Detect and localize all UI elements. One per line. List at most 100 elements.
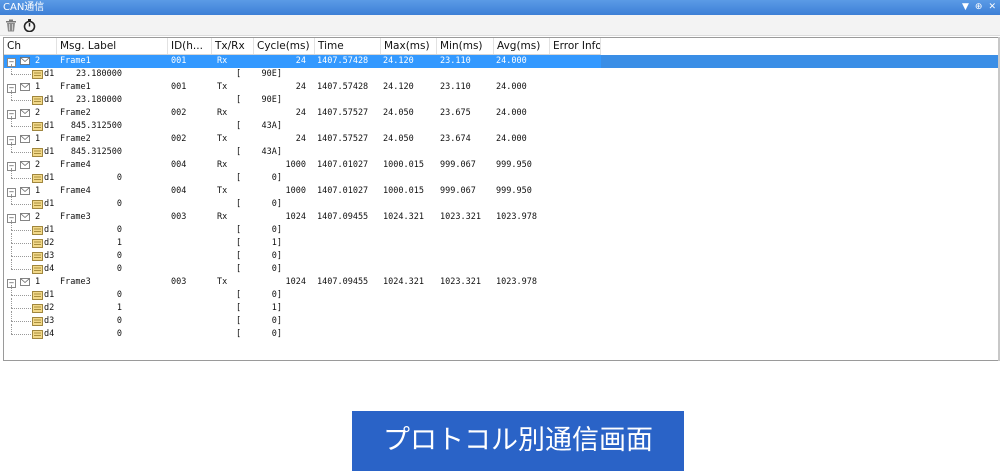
signal-data-icon [32, 226, 43, 235]
message-envelope-icon [20, 278, 30, 286]
avg-cell: 1023.978 [496, 212, 537, 222]
signal-row[interactable]: d4 0 [ 0] [4, 324, 999, 341]
col-cycle-header[interactable]: Cycle(ms) [254, 38, 315, 54]
signal-raw-cell: [ 0] [235, 173, 282, 183]
signal-row[interactable]: d3 0 [ 0] [4, 311, 999, 328]
signal-raw-cell: [ 0] [235, 316, 282, 326]
message-row[interactable]: −1 Frame1 001 Tx 24 1407.57428 24.120 23.110 24.… [4, 81, 999, 94]
signal-name-cell: d1 [44, 69, 55, 79]
tree-connector [11, 168, 12, 178]
signal-row[interactable]: d1 23.180000 [ 90E] [4, 90, 999, 107]
signal-row[interactable]: d1 845.312500 [ 43A] [4, 116, 999, 133]
stopwatch-icon[interactable] [21, 17, 37, 33]
tree-connector [11, 152, 31, 153]
id-cell: 004 [171, 160, 187, 170]
signal-name-cell: d4 [44, 264, 55, 274]
time-cell: 1407.57527 [317, 134, 369, 144]
tree-connector [11, 243, 31, 244]
avg-cell: 24.000 [496, 56, 527, 66]
time-cell: 1407.09455 [317, 277, 369, 287]
msg-label-cell: Frame4 [60, 186, 91, 196]
time-cell: 1407.01027 [317, 186, 369, 196]
signal-name-cell: d1 [44, 173, 55, 183]
signal-row[interactable]: d3 0 [ 0] [4, 246, 999, 263]
signal-row[interactable]: d1 0 [ 0] [4, 220, 999, 237]
message-row[interactable]: −2 Frame1 001 Rx 24 1407.57428 24.120 23.110 24.… [4, 55, 999, 68]
signal-value-cell: 845.312500 [70, 121, 122, 131]
signal-data-icon [32, 265, 43, 274]
col-error-info-header[interactable]: Error Info [550, 38, 601, 54]
ch-cell: 1 [35, 186, 41, 196]
signal-row[interactable]: d4 0 [ 0] [4, 259, 999, 276]
signal-data-icon [32, 252, 43, 261]
dropdown-icon[interactable]: ▼ [962, 0, 969, 15]
close-icon[interactable]: ✕ [988, 0, 996, 15]
signal-row[interactable]: d1 0 [ 0] [4, 194, 999, 211]
signal-row[interactable]: d2 1 [ 1] [4, 298, 999, 315]
ch-cell: 2 [35, 212, 41, 222]
cycle-cell: 24 [295, 134, 306, 144]
cycle-cell: 1000 [285, 160, 306, 170]
tree-connector [11, 324, 12, 334]
pin-icon[interactable]: ⊕ [975, 0, 983, 15]
col-ch-header[interactable]: Ch [4, 38, 57, 54]
message-grid[interactable]: Ch Msg. Label ID(h... Tx/Rx Cycle(ms) Time Max… [3, 37, 1000, 361]
signal-data-icon [32, 304, 43, 313]
signal-value-cell: 0 [116, 199, 122, 209]
message-row[interactable]: −1 Frame3 003 Tx 1024 1407.09455 1024.321 1023.… [4, 276, 999, 289]
signal-raw-cell: [ 0] [235, 199, 282, 209]
tree-connector [11, 204, 31, 205]
time-cell: 1407.57527 [317, 108, 369, 118]
signal-value-cell: 0 [116, 225, 122, 235]
signal-data-icon [32, 317, 43, 326]
signal-name-cell: d1 [44, 199, 55, 209]
txrx-cell: Rx [217, 56, 228, 66]
txrx-cell: Rx [217, 108, 228, 118]
col-txrx-header[interactable]: Tx/Rx [212, 38, 254, 54]
col-msg-label-header[interactable]: Msg. Label [57, 38, 168, 54]
col-min-header[interactable]: Min(ms) [437, 38, 494, 54]
id-cell: 001 [171, 56, 187, 66]
id-cell: 003 [171, 277, 187, 287]
message-row[interactable]: −2 Frame3 003 Rx 1024 1407.09455 1024.321 1023.… [4, 211, 999, 224]
msg-label-cell: Frame4 [60, 160, 91, 170]
txrx-cell: Tx [217, 82, 228, 92]
signal-row[interactable]: d2 1 [ 1] [4, 233, 999, 250]
col-max-header[interactable]: Max(ms) [381, 38, 437, 54]
signal-row[interactable]: d1 0 [ 0] [4, 168, 999, 185]
signal-name-cell: d1 [44, 290, 55, 300]
col-id-header[interactable]: ID(h... [168, 38, 212, 54]
signal-row[interactable]: d1 845.312500 [ 43A] [4, 142, 999, 159]
cycle-cell: 1000 [285, 186, 306, 196]
signal-data-icon [32, 200, 43, 209]
signal-name-cell: d3 [44, 251, 55, 261]
ch-cell: 1 [35, 134, 41, 144]
message-envelope-icon [20, 135, 30, 143]
msg-label-cell: Frame1 [60, 82, 91, 92]
signal-row[interactable]: d1 23.180000 [ 90E] [4, 64, 999, 81]
col-time-header[interactable]: Time [315, 38, 381, 54]
cycle-cell: 24 [295, 108, 306, 118]
message-envelope-icon [20, 109, 30, 117]
signal-raw-cell: [ 0] [235, 290, 282, 300]
cycle-cell: 24 [295, 56, 306, 66]
grid-header: Ch Msg. Label ID(h... Tx/Rx Cycle(ms) Time Max… [4, 38, 601, 55]
signal-name-cell: d2 [44, 238, 55, 248]
signal-raw-cell: [ 1] [235, 303, 282, 313]
tree-connector [11, 100, 31, 101]
message-row[interactable]: −1 Frame2 002 Tx 24 1407.57527 24.050 23.674 24.… [4, 133, 999, 146]
signal-row[interactable]: d1 0 [ 0] [4, 285, 999, 302]
msg-label-cell: Frame3 [60, 277, 91, 287]
message-row[interactable]: −2 Frame2 002 Rx 24 1407.57527 24.050 23.675 24.… [4, 107, 999, 120]
message-row[interactable]: −1 Frame4 004 Tx 1000 1407.01027 1000.015 999.0… [4, 185, 999, 198]
tree-connector [11, 334, 31, 335]
trash-icon[interactable] [3, 17, 19, 33]
signal-name-cell: d1 [44, 121, 55, 131]
message-row[interactable]: −2 Frame4 004 Rx 1000 1407.01027 1000.015 999.0… [4, 159, 999, 172]
time-cell: 1407.01027 [317, 160, 369, 170]
col-avg-header[interactable]: Avg(ms) [494, 38, 550, 54]
tree-connector [11, 246, 12, 256]
msg-label-cell: Frame1 [60, 56, 91, 66]
avg-cell: 999.950 [496, 160, 532, 170]
max-cell: 24.120 [383, 82, 414, 92]
